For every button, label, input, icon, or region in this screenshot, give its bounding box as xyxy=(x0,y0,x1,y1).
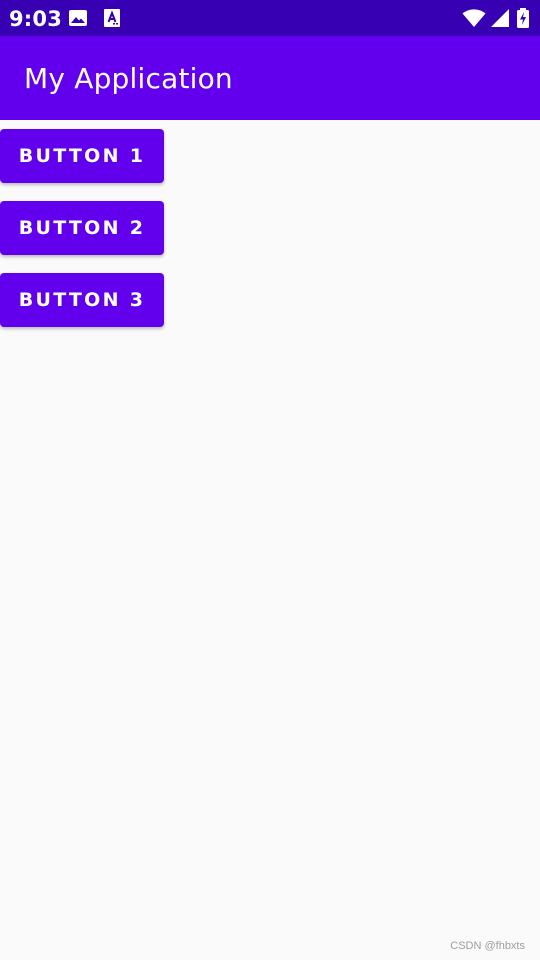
image-icon xyxy=(68,8,88,28)
text-a-icon xyxy=(102,8,122,28)
battery-charging-icon xyxy=(516,8,530,28)
status-bar: 9:03 xyxy=(0,0,540,36)
button-3[interactable]: BUTTON 3 xyxy=(0,273,164,327)
button-1[interactable]: BUTTON 1 xyxy=(0,129,164,183)
cellular-signal-icon xyxy=(490,8,510,28)
app-title: My Application xyxy=(24,62,233,95)
button-2[interactable]: BUTTON 2 xyxy=(0,201,164,255)
status-time: 9:03 xyxy=(9,7,63,31)
app-bar: My Application xyxy=(0,36,540,120)
watermark: CSDN @fhbxts xyxy=(450,940,525,952)
wifi-icon xyxy=(462,8,486,28)
